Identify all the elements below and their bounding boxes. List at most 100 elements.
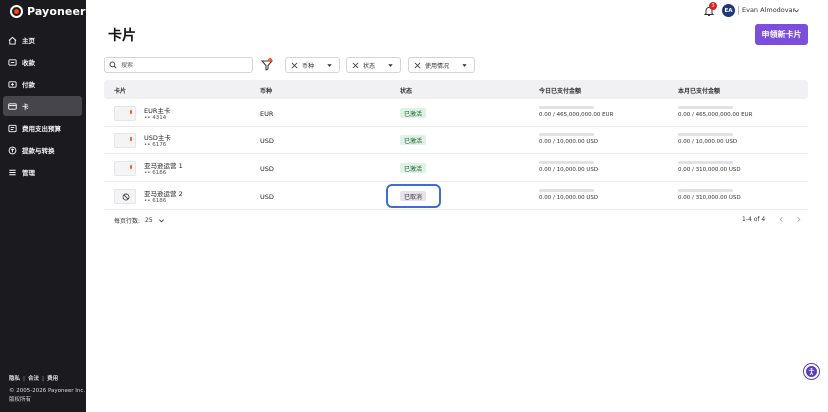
payoneer-logo[interactable]: Payoneer [10,5,86,18]
close-icon[interactable] [291,62,298,69]
user-divider [738,6,739,15]
card-icon [8,102,17,111]
nav-item-label: 卡 [22,103,29,111]
month-usage-bar [678,133,733,136]
chip-label: 使用情况 [425,62,450,70]
avatar[interactable]: EA [722,4,735,17]
today-paid-amount: 0.00 / 465,000,000.00 EUR [539,112,614,118]
card-number: •• 6176 [144,142,167,148]
currency-filter-chip[interactable]: 币种 [285,57,340,73]
card-number: •• 4314 [144,115,167,121]
card-name: 亚马逊运营 1 [144,162,183,170]
chevron-left-icon[interactable] [778,216,785,223]
column-header-currency: 币种 [260,88,273,95]
nav-item-receive[interactable]: 收款 [3,52,82,72]
table-row[interactable]: 亚马逊运营 1 •• 6186 USD 已激活 0.00 / 10,000.00… [104,155,808,182]
notification-badge: 3 [709,2,717,10]
card-currency: USD [260,165,274,173]
today-usage-bar [539,133,594,136]
column-header-today-paid: 今日已支付金额 [539,88,582,95]
nav-item-pay[interactable]: 付款 [3,74,82,94]
chip-label: 币种 [302,62,315,70]
accessibility-button[interactable] [804,364,819,379]
today-usage-bar [539,106,594,109]
card-number: •• 6186 [144,198,167,204]
nav-item-withdraw[interactable]: 提款与转换 [3,140,82,160]
today-usage-bar [539,189,594,192]
cancelled-icon [122,193,130,201]
caret-down-icon [388,64,393,67]
card-thumbnail [114,161,136,176]
table-header: 卡片 币种 状态 今日已支付金额 本月已支付金额 [104,80,808,99]
month-paid-amount: 0.00 / 10,000.00 USD [678,139,738,145]
footer-link-legal[interactable]: 合法 [28,375,39,384]
close-icon[interactable] [352,62,359,69]
card-currency: USD [260,193,274,201]
card-name: 亚马逊运营 2 [144,190,183,198]
close-icon[interactable] [414,62,421,69]
usage-filter-chip[interactable]: 使用情况 [408,57,475,73]
status-badge: 已激活 [400,135,427,145]
status-filter-chip[interactable]: 状态 [346,57,401,73]
table-row[interactable]: 亚马逊运营 2 •• 6186 USD 已取消 0.00 / 10,000.00… [104,183,808,210]
footer-link-fees[interactable]: 费用 [47,375,58,384]
status-badge: 已激活 [400,163,427,173]
home-icon [8,36,17,45]
pagination-range: 1-4 of 4 [742,216,766,223]
nav-item-cards[interactable]: 卡 [3,96,82,116]
main-nav: 主页 收款 付款 卡 费用支出预算 提款与转换 管理 [3,30,82,184]
receive-icon [8,58,17,67]
table-row[interactable]: EUR主卡 •• 4314 EUR 已激活 0.00 / 465,000,000… [104,100,808,127]
filter-active-dot [268,58,272,62]
sidebar: Payoneer 主页 收款 付款 卡 费用支出预算 提款与转换 管理 隐私 |… [0,0,86,412]
column-header-status: 状态 [400,88,413,95]
nav-item-budget[interactable]: 费用支出预算 [3,118,82,138]
search-input[interactable] [121,61,241,69]
card-currency: EUR [260,110,274,118]
sidebar-footer: 隐私 | 合法 | 费用 © 2005-2026 Payoneer Inc. 版… [9,375,85,405]
today-paid-amount: 0.00 / 10,000.00 USD [539,195,599,201]
card-name: EUR主卡 [144,107,171,115]
footer-link-privacy[interactable]: 隐私 [9,375,20,384]
withdraw-icon [8,146,17,155]
nav-item-home[interactable]: 主页 [3,30,82,50]
card-thumbnail [114,133,136,148]
today-paid-amount: 0.00 / 10,000.00 USD [539,167,599,173]
nav-item-manage[interactable]: 管理 [3,162,82,182]
nav-item-label: 付款 [22,81,35,89]
column-header-month-paid: 本月已支付金额 [678,88,721,95]
today-paid-amount: 0.00 / 10,000.00 USD [539,139,599,145]
manage-icon [8,168,17,177]
budget-icon [8,124,17,133]
status-badge: 已激活 [400,108,427,118]
rows-per-page-select[interactable]: 25 [145,217,153,224]
rows-per-page: 每页行数: 25 [114,216,165,225]
today-usage-bar [539,161,594,164]
footer-separator: | [42,376,45,382]
caret-down-icon [327,64,332,67]
apply-new-card-button[interactable]: 申领新卡片 [755,24,808,45]
nav-item-label: 收款 [22,59,35,67]
month-paid-amount: 0.00 / 310,000.00 USD [678,195,741,201]
column-header-card: 卡片 [114,88,127,95]
search-icon [109,61,117,69]
nav-item-label: 提款与转换 [22,147,55,155]
card-currency: USD [260,137,274,145]
chevron-down-icon[interactable] [158,217,165,224]
chevron-right-icon[interactable] [795,216,802,223]
footer-links: 隐私 | 合法 | 费用 [9,375,85,384]
page-title: 卡片 [108,28,136,44]
month-usage-bar [678,189,733,192]
user-name[interactable]: Evan Almodovar [742,6,795,14]
search-box[interactable] [104,57,253,73]
nav-item-label: 费用支出预算 [22,125,61,133]
chevron-down-icon[interactable] [793,7,800,14]
rights-text: 版权所有 [9,397,32,403]
footer-separator: | [23,376,26,382]
card-thumbnail [114,189,136,204]
copyright-text: © 2005-2026 Payoneer Inc. [9,388,86,394]
accessibility-icon [808,367,815,376]
nav-item-label: 主页 [22,37,35,45]
month-usage-bar [678,106,733,109]
table-row[interactable]: USD主卡 •• 6176 USD 已激活 0.00 / 10,000.00 U… [104,127,808,154]
